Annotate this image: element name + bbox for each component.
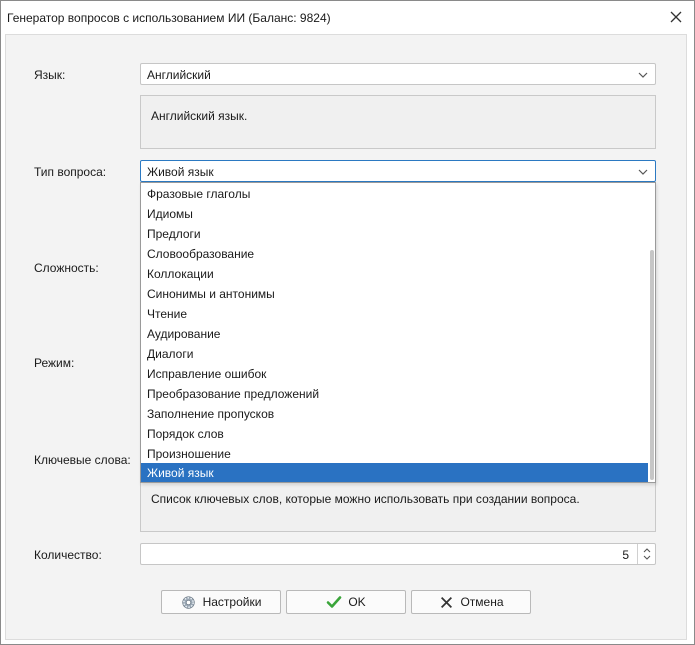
settings-button-label: Настройки [202,595,262,609]
dropdown-item[interactable]: Аудирование [141,324,649,344]
language-description: Английский язык. [151,109,248,123]
question-type-label: Тип вопроса: [34,165,107,179]
difficulty-label: Сложность: [34,261,99,275]
settings-button[interactable]: Настройки [161,590,281,614]
quantity-stepper[interactable]: 5 [140,543,656,565]
quantity-label: Количество: [34,548,102,562]
dropdown-scrollbar-thumb[interactable] [650,250,654,480]
mode-label: Режим: [34,356,75,370]
dropdown-item[interactable]: Фразовые глаголы [141,184,649,204]
question-type-select[interactable]: Живой язык [140,160,656,182]
dropdown-item[interactable]: Синонимы и антонимы [141,284,649,304]
language-select[interactable]: Английский [140,63,656,85]
dropdown-item[interactable]: Произношение [141,444,649,464]
language-select-value: Английский [147,68,211,82]
ok-button[interactable]: OK [286,590,406,614]
quantity-spin-buttons[interactable] [637,544,655,564]
dropdown-item-selected[interactable]: Живой язык [141,463,649,482]
x-icon [438,594,454,610]
checkmark-icon [326,594,342,610]
language-label: Язык: [34,68,66,82]
cancel-button[interactable]: Отмена [411,590,531,614]
dropdown-scrollbar[interactable] [648,183,655,482]
gear-icon [181,594,197,610]
close-button[interactable] [666,7,686,27]
keywords-description: Список ключевых слов, которые можно испо… [151,492,580,506]
dropdown-item[interactable]: Словообразование [141,244,649,264]
dropdown-item[interactable]: Диалоги [141,344,649,364]
dropdown-item[interactable]: Идиомы [141,204,649,224]
dropdown-item[interactable]: Преобразование предложений [141,384,649,404]
ok-button-label: OK [348,595,366,609]
cancel-button-label: Отмена [460,595,504,609]
chevron-down-icon [638,169,648,175]
dropdown-item[interactable]: Исправление ошибок [141,364,649,384]
question-type-select-value: Живой язык [147,165,214,179]
spin-arrows-icon [643,548,650,560]
language-description-box: Английский язык. [140,95,656,149]
title-bar: Генератор вопросов с использованием ИИ (… [1,1,694,34]
dropdown-item[interactable]: Заполнение пропусков [141,404,649,424]
window-title: Генератор вопросов с использованием ИИ (… [7,11,331,25]
dropdown-item[interactable]: Коллокации [141,264,649,284]
dropdown-item[interactable]: Предлоги [141,224,649,244]
close-icon [670,11,682,23]
keywords-label: Ключевые слова: [34,453,131,467]
dropdown-item[interactable]: Порядок слов [141,424,649,444]
dialog-window: Генератор вопросов с использованием ИИ (… [0,0,695,645]
dropdown-item[interactable]: Чтение [141,304,649,324]
quantity-value: 5 [622,548,629,562]
question-type-dropdown: Фразовые глаголы Идиомы Предлоги Словооб… [140,182,656,483]
chevron-down-icon [638,72,648,78]
